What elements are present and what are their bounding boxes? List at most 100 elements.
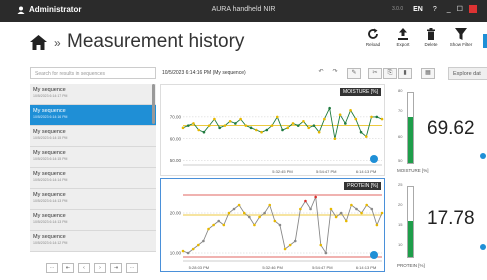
delete-chart-button[interactable]: ▮: [398, 68, 412, 79]
export-button[interactable]: Export: [388, 28, 418, 47]
data-point: [380, 117, 384, 121]
sequence-list-item[interactable]: My sequence 10/5/2023 6:14:14 PM: [30, 168, 156, 189]
redo-icon: ↷: [332, 69, 338, 75]
gauge-scale-label: 50: [398, 158, 403, 163]
sequence-date: 10/5/2023 6:14:12 PM: [33, 241, 68, 245]
cut-button[interactable]: ✂: [368, 68, 382, 79]
data-point: [328, 106, 331, 110]
maximize-button[interactable]: ☐: [457, 5, 463, 13]
grid-view-button[interactable]: ▦: [421, 68, 435, 79]
data-point: [302, 119, 305, 123]
data-point: [239, 117, 242, 121]
moisture-chart-title: MOISTURE [%]: [339, 88, 381, 96]
chart-badge: [370, 251, 378, 259]
data-point: [191, 247, 195, 251]
x-tick-label: 5:32:46 PM: [262, 265, 282, 270]
search-input[interactable]: Search for results in sequences: [30, 67, 156, 79]
moisture-gauge-handle[interactable]: [480, 153, 486, 159]
pager-button[interactable]: ‹: [78, 263, 90, 273]
sequence-date: 10/5/2023 6:14:14 PM: [33, 178, 68, 182]
pager-button[interactable]: ⋯: [46, 263, 58, 273]
copy-button[interactable]: ⎘: [383, 68, 397, 79]
show-filter-button[interactable]: Show Filter: [446, 28, 476, 47]
data-point: [197, 243, 200, 247]
chart-badge: [370, 155, 378, 163]
data-point: [319, 243, 323, 247]
moisture-gauge-bar: [407, 92, 414, 164]
data-point: [349, 109, 352, 112]
data-point: [333, 137, 337, 141]
protein-chart[interactable]: 20.00 10.00 5:28:03 PM 5:32:46 PM 5:54:47 PM…: [160, 178, 385, 272]
pager-button[interactable]: ⇥: [110, 263, 122, 273]
data-point: [234, 122, 237, 125]
data-point: [323, 117, 326, 121]
x-tick-label: 6:14:13 PM: [356, 265, 376, 270]
protein-gauge-fill: [408, 220, 413, 257]
pager: ⋯ ⇤ ‹ › ⇥ ⋯: [46, 263, 138, 273]
export-label: Export: [396, 42, 410, 47]
sequence-list-item[interactable]: My sequence 10/5/2023 6:14:13 PM: [30, 189, 156, 210]
reload-icon: [368, 28, 378, 39]
data-point: [265, 128, 269, 132]
redo-button[interactable]: ↷: [328, 68, 342, 79]
pager-button[interactable]: ›: [94, 263, 106, 273]
data-point: [207, 227, 210, 231]
sequence-list-item[interactable]: My sequence 10/5/2023 6:14:12 PM: [30, 231, 156, 252]
page-title: Measurement history: [67, 31, 245, 52]
show-filter-label: Show Filter: [449, 42, 473, 47]
data-point: [186, 124, 190, 127]
data-point: [380, 211, 384, 215]
data-point: [255, 128, 258, 132]
series-line: [182, 106, 383, 139]
gauge-scale-label: 15: [398, 222, 403, 227]
sequence-list-item[interactable]: My sequence 10/5/2023 6:14:15 PM: [30, 147, 156, 168]
data-point: [244, 124, 248, 127]
data-point: [307, 126, 310, 130]
data-point: [186, 251, 190, 255]
data-point: [249, 126, 253, 130]
undo-button[interactable]: ↶: [314, 68, 328, 79]
sequence-date: 10/5/2023 6:14:15 PM: [33, 136, 68, 140]
data-point: [218, 126, 221, 130]
data-point: [339, 211, 343, 215]
minimize-button[interactable]: _: [447, 6, 451, 13]
data-point: [270, 124, 274, 127]
moisture-chart[interactable]: 70.00 60.00 50.00 5:32:45 PM 5:54:47 PM 6:14:…: [160, 84, 385, 176]
trash-icon: [427, 28, 435, 40]
data-point: [181, 126, 185, 130]
draw-button[interactable]: ✎: [347, 68, 361, 79]
window-controls: 3.0.0 EN ? _ ☐: [392, 5, 477, 13]
data-point: [344, 122, 347, 125]
data-point: [344, 219, 348, 223]
x-tick-label: 5:54:47 PM: [316, 169, 336, 174]
data-point: [223, 124, 227, 127]
data-point: [334, 215, 338, 219]
list-scrollbar[interactable]: [152, 84, 155, 124]
language-button[interactable]: EN: [413, 6, 423, 13]
reload-button[interactable]: Reload: [358, 28, 388, 47]
header-edge-marker: [483, 34, 487, 48]
data-point: [228, 119, 232, 123]
pager-button[interactable]: ⋯: [126, 263, 138, 273]
data-point: [217, 219, 221, 223]
data-point: [213, 117, 216, 121]
delete-label: Delete: [424, 42, 438, 47]
data-point: [364, 135, 368, 138]
data-point: [355, 207, 358, 211]
data-point: [212, 223, 215, 227]
sequence-date: 10/5/2023 6:14:17 PM: [33, 94, 68, 98]
sequence-list-item[interactable]: My sequence 10/5/2023 6:14:15 PM: [30, 126, 156, 147]
home-icon[interactable]: [30, 35, 47, 50]
sequence-list-item[interactable]: My sequence 10/5/2023 6:14:16 PM: [30, 105, 156, 126]
sequence-list-item[interactable]: My sequence 10/5/2023 6:14:13 PM: [30, 210, 156, 231]
pager-button[interactable]: ⇤: [62, 263, 74, 273]
close-button[interactable]: [468, 5, 477, 13]
protein-gauge-handle[interactable]: [480, 244, 486, 250]
delete-button[interactable]: Delete: [416, 28, 446, 47]
y-tick-label: 10.00: [170, 251, 182, 256]
data-point: [192, 122, 195, 125]
help-button[interactable]: ?: [433, 6, 437, 13]
sequence-list-item[interactable]: My sequence 10/5/2023 6:14:17 PM: [30, 84, 156, 105]
sequence-name: My sequence: [33, 234, 66, 240]
explore-data-button[interactable]: Explore dat: [448, 67, 487, 80]
